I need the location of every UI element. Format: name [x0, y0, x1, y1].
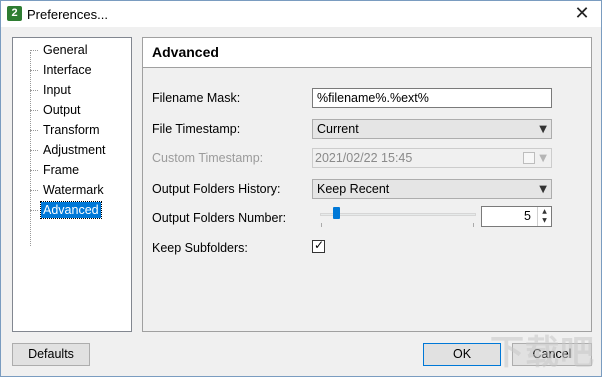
tree-branch — [30, 169, 38, 171]
app-icon: 2 — [7, 6, 22, 21]
calendar-icon — [523, 152, 535, 164]
output-folders-history-label: Output Folders History: — [152, 182, 281, 196]
stepper-buttons: ▲ ▼ — [537, 207, 551, 226]
tree-item-label: Output — [43, 103, 81, 117]
tree-branch — [30, 109, 38, 111]
tree-item-label: Watermark — [43, 183, 104, 197]
output-folders-history-value: Keep Recent — [317, 182, 390, 196]
tree-item-input[interactable]: Input — [30, 81, 73, 99]
tree-branch — [30, 69, 38, 71]
file-timestamp-select[interactable]: Current ▼ — [312, 119, 552, 139]
tree-item-output[interactable]: Output — [30, 101, 83, 119]
chevron-down-icon: ▼ — [539, 124, 547, 135]
panel-title: Advanced — [152, 44, 219, 60]
tree-item-frame[interactable]: Frame — [30, 161, 81, 179]
tree-branch — [30, 89, 38, 91]
output-folders-number-value: 5 — [524, 209, 531, 223]
tree-item-interface[interactable]: Interface — [30, 61, 94, 79]
tree-branch — [30, 129, 38, 131]
tree-item-general[interactable]: General — [30, 41, 89, 59]
cancel-button[interactable]: Cancel — [512, 343, 592, 366]
panel-header: Advanced — [143, 38, 591, 68]
file-timestamp-label: File Timestamp: — [152, 122, 241, 136]
keep-subfolders-checkbox[interactable]: ✓ — [312, 238, 325, 253]
output-folders-slider-thumb[interactable] — [333, 207, 341, 219]
tree-item-label: Advanced — [40, 201, 102, 219]
title-bar[interactable]: 2 Preferences... ✕ — [1, 1, 601, 27]
tree-item-label: Input — [43, 83, 71, 97]
tree-branch — [30, 189, 38, 191]
tree-item-label: Adjustment — [43, 143, 106, 157]
file-timestamp-value: Current — [317, 122, 359, 136]
tree-item-label: Frame — [43, 163, 80, 177]
tree-branch — [30, 49, 38, 51]
output-folders-number-label: Output Folders Number: — [152, 211, 287, 225]
chevron-down-icon: ▼ — [539, 153, 547, 164]
ok-button[interactable]: OK — [423, 343, 501, 366]
defaults-button[interactable]: Defaults — [12, 343, 90, 366]
custom-timestamp-value: 2021/02/22 15:45 — [315, 151, 413, 165]
chevron-down-icon: ▼ — [539, 184, 547, 195]
keep-subfolders-label: Keep Subfolders: — [152, 241, 248, 255]
tree-item-label: Interface — [43, 63, 92, 77]
tree-item-watermark[interactable]: Watermark — [30, 181, 106, 199]
output-folders-history-select[interactable]: Keep Recent ▼ — [312, 179, 552, 199]
tree-item-advanced[interactable]: Advanced — [30, 201, 102, 219]
category-tree[interactable]: General Interface Input Output Transform… — [12, 37, 132, 332]
spin-down-icon[interactable]: ▼ — [538, 216, 551, 225]
custom-timestamp-label: Custom Timestamp: — [152, 151, 264, 165]
spin-up-icon[interactable]: ▲ — [538, 207, 551, 216]
tree-item-label: General — [43, 43, 88, 57]
checkmark-icon: ✓ — [313, 238, 325, 252]
output-folders-number-stepper[interactable]: 5 ▲ ▼ — [481, 206, 552, 227]
preferences-window: 2 Preferences... ✕ General Interface Inp… — [0, 0, 602, 377]
output-folders-slider-track[interactable] — [320, 213, 476, 216]
tree-item-label: Transform — [43, 123, 100, 137]
tree-item-adjustment[interactable]: Adjustment — [30, 141, 108, 159]
window-title: Preferences... — [27, 7, 108, 22]
tree-branch — [30, 149, 38, 151]
slider-tick — [321, 223, 322, 227]
filename-mask-label: Filename Mask: — [152, 91, 241, 105]
custom-timestamp-picker[interactable]: 2021/02/22 15:45 ▼ — [312, 148, 552, 168]
tree-branch — [30, 209, 38, 211]
close-icon[interactable]: ✕ — [569, 3, 595, 25]
filename-mask-input[interactable]: %filename%.%ext% — [312, 88, 552, 108]
tree-item-transform[interactable]: Transform — [30, 121, 102, 139]
slider-tick — [473, 223, 474, 227]
